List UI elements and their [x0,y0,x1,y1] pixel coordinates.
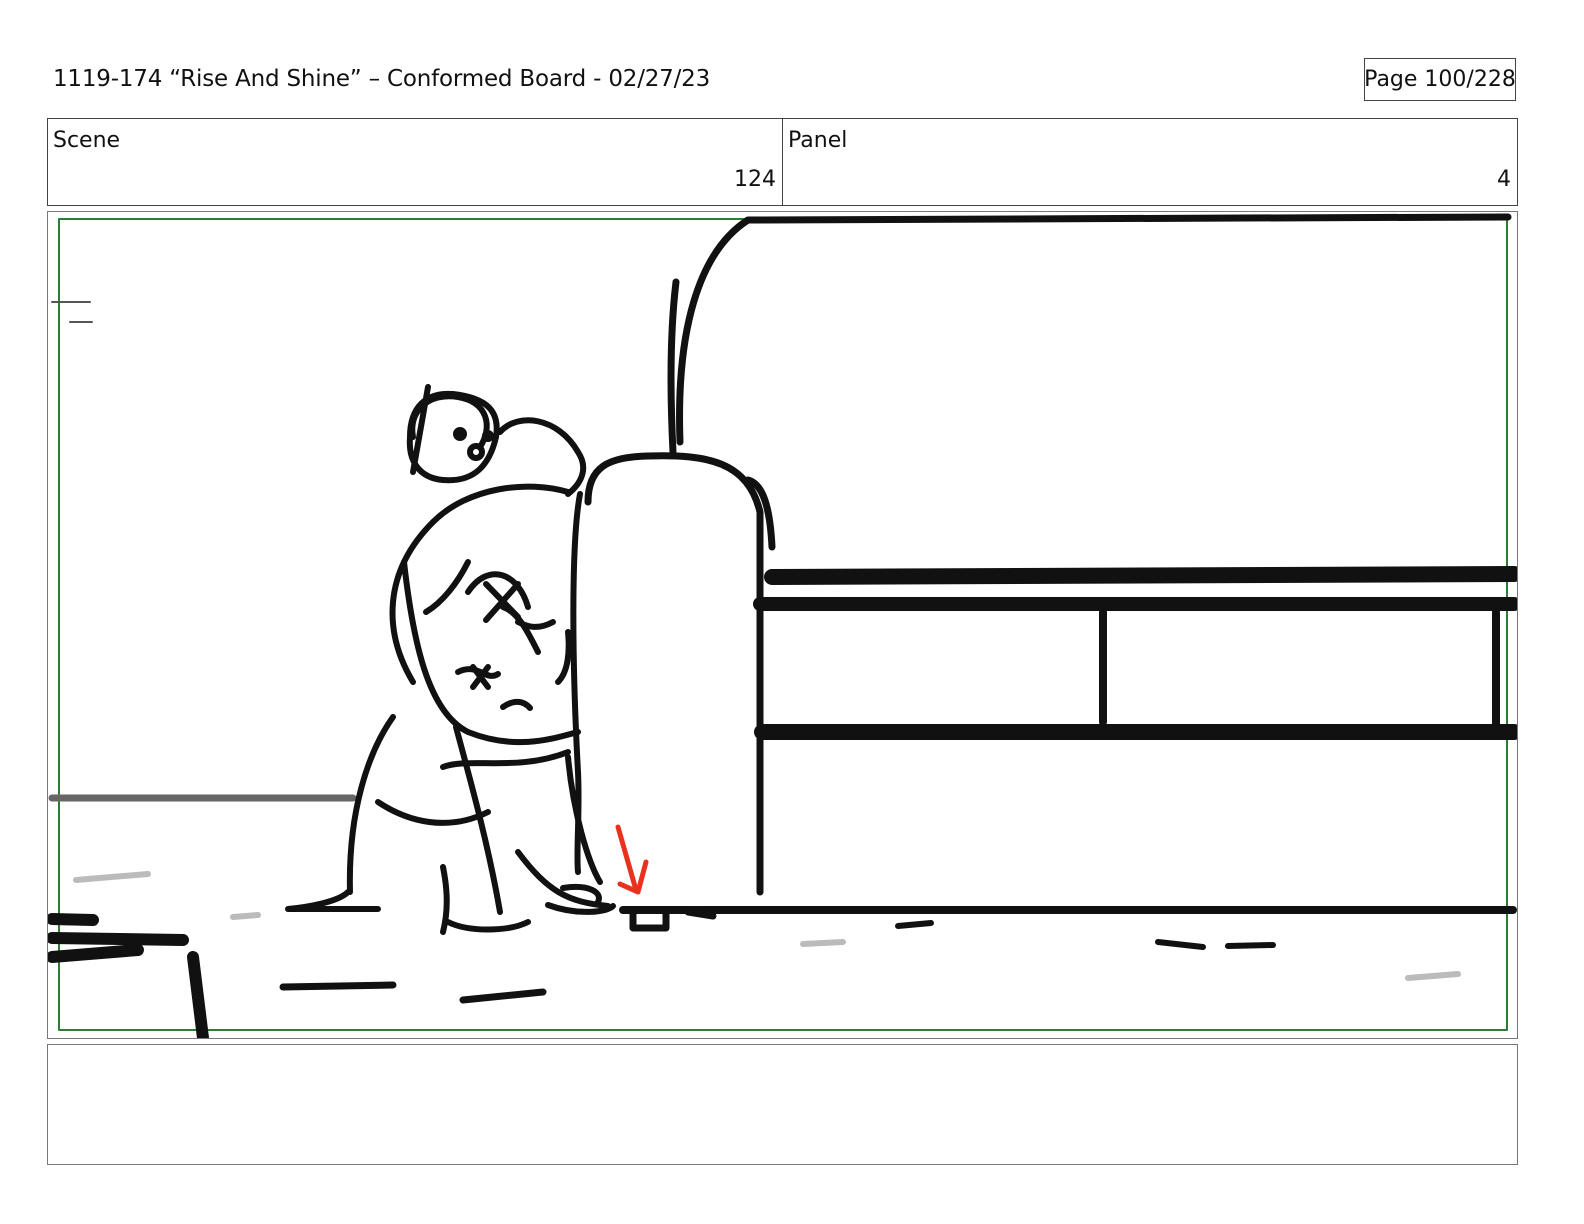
floor-marks [73,871,1461,1004]
character [285,384,616,935]
panel-number: 4 [1497,167,1511,192]
scene-label: Scene [53,128,121,153]
board-title: 1119-174 “Rise And Shine” – Conformed Bo… [53,66,711,92]
table-corner [48,913,209,1038]
couch [584,213,1517,932]
scene-number: 124 [734,167,776,192]
panel-label: Panel [788,128,848,153]
storyboard-panel [47,211,1518,1039]
scene-cell: Scene 124 [48,119,782,205]
direction-arrow [615,824,649,895]
notes-box [47,1044,1518,1165]
storyboard-drawing [48,213,1517,1038]
page-counter: Page 100/228 [1364,58,1516,101]
panel-cell: Panel 4 [782,119,1517,205]
scene-panel-info: Scene 124 Panel 4 [47,118,1518,206]
